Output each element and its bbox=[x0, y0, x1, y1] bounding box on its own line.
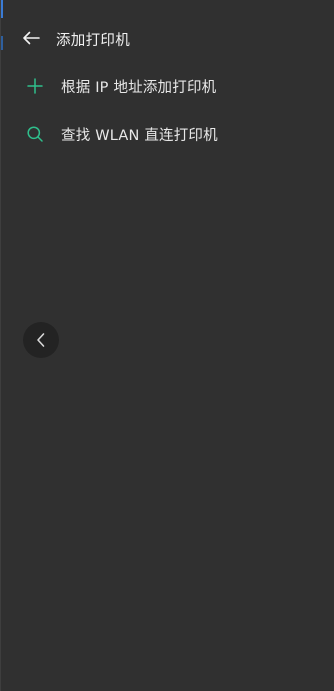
add-printer-options: 根据 IP 地址添加打印机 查找 WLAN 直连打印机 bbox=[1, 62, 334, 158]
add-printer-screen: 添加打印机 根据 IP 地址添加打印机 查找 WLAN 直连打印机 bbox=[0, 0, 334, 691]
add-by-ip-label: 根据 IP 地址添加打印机 bbox=[61, 79, 217, 96]
app-bar: 添加打印机 bbox=[1, 20, 334, 56]
add-by-ip-item[interactable]: 根据 IP 地址添加打印机 bbox=[1, 62, 334, 110]
arrow-left-icon bbox=[23, 31, 40, 45]
page-title: 添加打印机 bbox=[56, 33, 130, 49]
find-wlan-direct-label: 查找 WLAN 直连打印机 bbox=[61, 127, 218, 144]
plus-icon bbox=[25, 76, 45, 96]
back-button[interactable] bbox=[20, 28, 42, 48]
find-wlan-direct-item[interactable]: 查找 WLAN 直连打印机 bbox=[1, 110, 334, 158]
side-back-handle[interactable] bbox=[23, 322, 59, 358]
chevron-left-icon bbox=[37, 333, 45, 347]
window-edge-accent bbox=[1, 0, 3, 18]
search-icon bbox=[25, 124, 45, 144]
